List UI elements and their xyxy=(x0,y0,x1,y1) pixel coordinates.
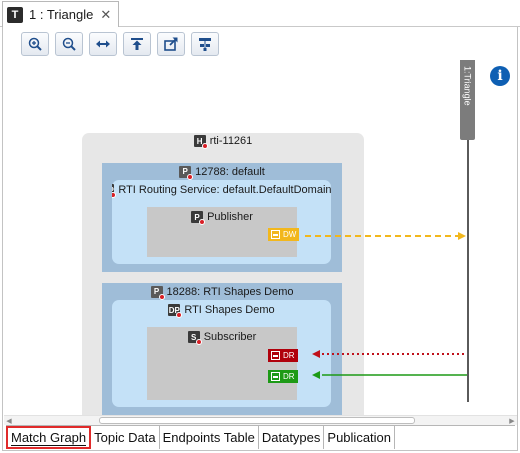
export-icon xyxy=(164,37,178,51)
process-label: 18288: RTI Shapes Demo xyxy=(166,285,294,298)
datawriter-endpoint[interactable]: DW xyxy=(268,228,300,241)
scrollbar-thumb[interactable] xyxy=(99,417,415,424)
publisher-title: P Publisher xyxy=(147,207,297,227)
move-top-button[interactable] xyxy=(123,32,151,56)
process-icon: P xyxy=(179,165,194,180)
export-button[interactable] xyxy=(157,32,185,56)
datareader-endpoint-matched[interactable]: DR xyxy=(268,370,298,383)
publisher-label: Publisher xyxy=(207,211,253,223)
toolbar xyxy=(21,32,219,56)
process-node-shapes-demo[interactable]: P 18288: RTI Shapes Demo DP RTI Shapes D… xyxy=(102,283,342,415)
close-icon[interactable]: ✕ xyxy=(100,8,111,21)
host-node[interactable]: H rti-11261 P 12788: default DP RTI Rout… xyxy=(82,133,364,415)
datareader-label: DR xyxy=(283,351,295,360)
process-icon: P xyxy=(150,285,165,300)
participant-title: DP RTI Shapes Demo xyxy=(112,300,331,318)
datareader-icon xyxy=(271,372,280,381)
process-node-default[interactable]: P 12788: default DP RTI Routing Service:… xyxy=(102,163,342,272)
host-title: H rti-11261 xyxy=(82,135,364,149)
match-graph-canvas[interactable]: i 1:Triangle H rti-11261 P 12788: defaul… xyxy=(4,60,517,415)
fit-width-icon xyxy=(96,40,110,48)
tab-topic-data[interactable]: Topic Data xyxy=(91,426,160,449)
datareader-endpoint-unmatched[interactable]: DR xyxy=(268,349,298,362)
zoom-out-button[interactable] xyxy=(55,32,83,56)
publisher-icon: P xyxy=(191,211,206,225)
tab-title: 1 : Triangle xyxy=(29,7,94,22)
participant-node-routing[interactable]: DP RTI Routing Service: default.DefaultD… xyxy=(112,180,331,264)
tab-triangle[interactable]: T 1 : Triangle ✕ xyxy=(2,1,119,27)
zoom-out-icon xyxy=(62,37,76,51)
process-title: P 18288: RTI Shapes Demo xyxy=(102,283,342,300)
subscriber-node[interactable]: S Subscriber DR DR xyxy=(147,327,298,400)
participant-icon: DP xyxy=(168,304,183,318)
zoom-in-icon xyxy=(28,37,42,51)
participant-label: RTI Routing Service: default.DefaultDoma… xyxy=(118,184,331,196)
tab-match-graph[interactable]: Match Graph xyxy=(6,426,92,449)
tab-endpoints-table[interactable]: Endpoints Table xyxy=(159,426,259,449)
horizontal-scrollbar[interactable]: ◀ ▶ xyxy=(4,415,517,425)
topic-lifeline xyxy=(467,140,469,402)
editor-tabstrip: T 1 : Triangle ✕ xyxy=(0,0,520,27)
participant-label: RTI Shapes Demo xyxy=(184,304,275,316)
datawriter-label: DW xyxy=(283,230,297,239)
participant-title: DP RTI Routing Service: default.DefaultD… xyxy=(112,180,331,198)
subscriber-label: Subscriber xyxy=(203,331,257,343)
datareader-icon xyxy=(271,351,280,360)
info-icon[interactable]: i xyxy=(490,66,510,86)
zoom-in-button[interactable] xyxy=(21,32,49,56)
subscriber-icon: S xyxy=(187,331,202,345)
participant-node-shapes[interactable]: DP RTI Shapes Demo S Subscriber DR DR xyxy=(112,300,331,407)
topic-label-box: 1:Triangle xyxy=(460,62,475,140)
datareader-label: DR xyxy=(283,372,295,381)
view-tabs: Match Graph Topic Data Endpoints Table D… xyxy=(6,426,396,449)
topic-label: 1:Triangle xyxy=(462,66,473,106)
datawriter-arrowhead xyxy=(458,232,466,240)
process-title: P 12788: default xyxy=(102,163,342,180)
datawriter-icon xyxy=(271,230,280,239)
fit-width-button[interactable] xyxy=(89,32,117,56)
topic-badge-icon: T xyxy=(7,6,23,23)
view-frame: i 1:Triangle H rti-11261 P 12788: defaul… xyxy=(2,27,518,451)
layout-icon xyxy=(199,38,211,51)
layout-button[interactable] xyxy=(191,32,219,56)
process-label: 12788: default xyxy=(195,165,265,178)
subscriber-title: S Subscriber xyxy=(147,327,297,347)
tab-publication[interactable]: Publication xyxy=(324,426,396,449)
tab-datatypes[interactable]: Datatypes xyxy=(258,426,325,449)
participant-icon: DP xyxy=(112,184,117,198)
host-icon: H xyxy=(193,135,208,149)
host-label: rti-11261 xyxy=(209,135,253,147)
publisher-node[interactable]: P Publisher DW xyxy=(147,207,300,257)
move-top-icon xyxy=(131,38,143,50)
